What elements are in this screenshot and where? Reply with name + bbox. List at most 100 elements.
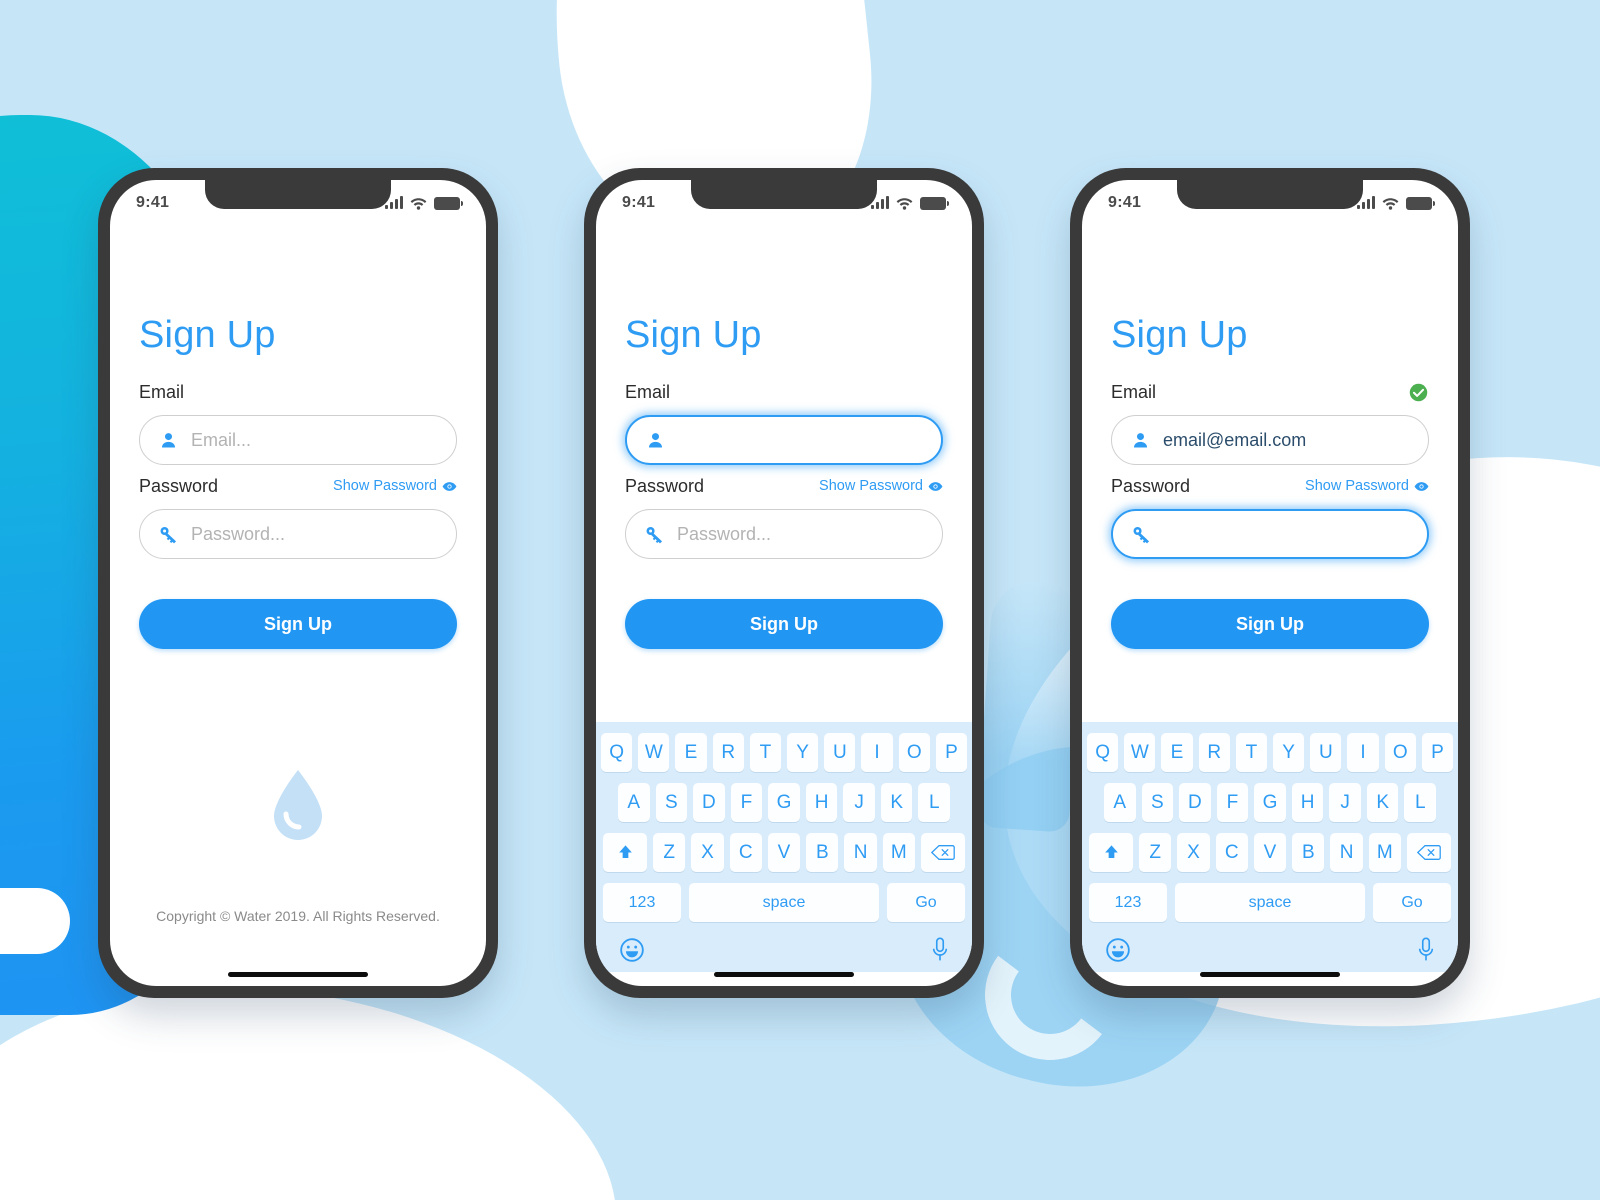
password-field-group: Password Show Password xyxy=(139,473,457,559)
password-input[interactable]: Password... xyxy=(625,509,943,559)
key-v[interactable]: V xyxy=(767,833,801,872)
key-u[interactable]: U xyxy=(824,733,856,772)
show-password-label: Show Password xyxy=(819,478,923,494)
keyboard-row-4: 123 space Go xyxy=(1087,883,1453,922)
email-input-text: email@email.com xyxy=(1163,429,1307,450)
go-key[interactable]: Go xyxy=(887,883,965,922)
eye-icon xyxy=(442,481,457,491)
key-b[interactable]: B xyxy=(806,833,839,872)
key-y[interactable]: Y xyxy=(1273,733,1305,772)
key-o[interactable]: O xyxy=(1384,733,1416,772)
key-k[interactable]: K xyxy=(880,783,913,822)
key-i[interactable]: I xyxy=(861,733,893,772)
key-j[interactable]: J xyxy=(843,783,875,822)
emoji-smiley-icon[interactable] xyxy=(619,937,645,963)
microphone-icon[interactable] xyxy=(1417,936,1435,963)
key-c[interactable]: C xyxy=(1215,833,1248,872)
key-f[interactable]: F xyxy=(730,783,763,822)
key-d[interactable]: D xyxy=(1179,783,1211,822)
show-password-toggle[interactable]: Show Password xyxy=(819,478,943,494)
shift-key[interactable] xyxy=(1089,833,1134,872)
key-l[interactable]: L xyxy=(918,783,951,822)
key-n[interactable]: N xyxy=(1330,833,1363,872)
key-p[interactable]: P xyxy=(1421,733,1454,772)
key-f[interactable]: F xyxy=(1216,783,1249,822)
signup-button[interactable]: Sign Up xyxy=(625,599,943,649)
key-s[interactable]: S xyxy=(655,783,688,822)
key-k[interactable]: K xyxy=(1366,783,1399,822)
key-y[interactable]: Y xyxy=(787,733,819,772)
signup-button[interactable]: Sign Up xyxy=(139,599,457,649)
phone-mockup-empty-state: 9:41 Sign Up Email Email... Password Sho… xyxy=(98,168,498,998)
key-x[interactable]: X xyxy=(691,833,724,872)
key-d[interactable]: D xyxy=(693,783,725,822)
key-u[interactable]: U xyxy=(1310,733,1342,772)
show-password-toggle[interactable]: Show Password xyxy=(1305,478,1429,494)
key-i[interactable]: I xyxy=(1347,733,1379,772)
key-s[interactable]: S xyxy=(1141,783,1174,822)
key-b[interactable]: B xyxy=(1292,833,1325,872)
space-key[interactable]: space xyxy=(1175,883,1365,922)
wifi-icon xyxy=(410,197,427,210)
password-field-group: Password Show Password xyxy=(1111,473,1429,559)
signup-form: Sign Up Email email@email.com Password S… xyxy=(1082,222,1458,649)
key-a[interactable]: A xyxy=(1103,783,1136,822)
email-field-header: Email xyxy=(1111,379,1429,405)
space-key[interactable]: space xyxy=(689,883,879,922)
key-x[interactable]: X xyxy=(1177,833,1210,872)
backspace-key[interactable] xyxy=(920,833,965,872)
show-password-toggle[interactable]: Show Password xyxy=(333,478,457,494)
keyboard-row-1: Q W E R T Y U I O P xyxy=(600,733,968,772)
water-drop-logo xyxy=(274,770,322,840)
home-indicator[interactable] xyxy=(228,972,368,977)
home-indicator[interactable] xyxy=(1200,972,1340,977)
key-l[interactable]: L xyxy=(1404,783,1437,822)
emoji-smiley-icon[interactable] xyxy=(1105,937,1131,963)
key-m[interactable]: M xyxy=(1368,833,1401,872)
key-h[interactable]: H xyxy=(805,783,838,822)
key-w[interactable]: W xyxy=(638,733,670,772)
key-w[interactable]: W xyxy=(1124,733,1156,772)
person-icon xyxy=(1133,432,1148,447)
numeric-key[interactable]: 123 xyxy=(1089,883,1167,922)
show-password-label: Show Password xyxy=(1305,478,1409,494)
key-g[interactable]: G xyxy=(768,783,800,822)
key-h[interactable]: H xyxy=(1291,783,1324,822)
key-z[interactable]: Z xyxy=(653,833,686,872)
key-n[interactable]: N xyxy=(844,833,877,872)
key-t[interactable]: T xyxy=(1235,733,1267,772)
key-icon xyxy=(646,526,663,543)
go-key[interactable]: Go xyxy=(1373,883,1451,922)
key-q[interactable]: Q xyxy=(1086,733,1119,772)
signup-button[interactable]: Sign Up xyxy=(1111,599,1429,649)
email-input[interactable]: Email... xyxy=(139,415,457,465)
key-o[interactable]: O xyxy=(898,733,930,772)
key-p[interactable]: P xyxy=(935,733,968,772)
keyboard-row-4: 123 space Go xyxy=(601,883,967,922)
email-input[interactable] xyxy=(625,415,943,465)
key-r[interactable]: R xyxy=(1198,733,1230,772)
key-e[interactable]: E xyxy=(675,733,707,772)
check-circle-icon xyxy=(1409,383,1428,401)
home-indicator[interactable] xyxy=(714,972,854,977)
email-field-header: Email xyxy=(139,379,457,405)
key-z[interactable]: Z xyxy=(1139,833,1172,872)
shift-key[interactable] xyxy=(603,833,648,872)
password-input[interactable] xyxy=(1111,509,1429,559)
key-a[interactable]: A xyxy=(617,783,650,822)
key-e[interactable]: E xyxy=(1161,733,1193,772)
numeric-key[interactable]: 123 xyxy=(603,883,681,922)
key-r[interactable]: R xyxy=(712,733,744,772)
key-t[interactable]: T xyxy=(749,733,781,772)
key-q[interactable]: Q xyxy=(600,733,633,772)
backspace-key[interactable] xyxy=(1406,833,1451,872)
device-notch xyxy=(1177,180,1363,209)
key-g[interactable]: G xyxy=(1254,783,1286,822)
key-m[interactable]: M xyxy=(882,833,915,872)
key-v[interactable]: V xyxy=(1253,833,1287,872)
microphone-icon[interactable] xyxy=(931,936,949,963)
key-j[interactable]: J xyxy=(1329,783,1361,822)
email-input[interactable]: email@email.com xyxy=(1111,415,1429,465)
password-input[interactable]: Password... xyxy=(139,509,457,559)
key-c[interactable]: C xyxy=(729,833,762,872)
